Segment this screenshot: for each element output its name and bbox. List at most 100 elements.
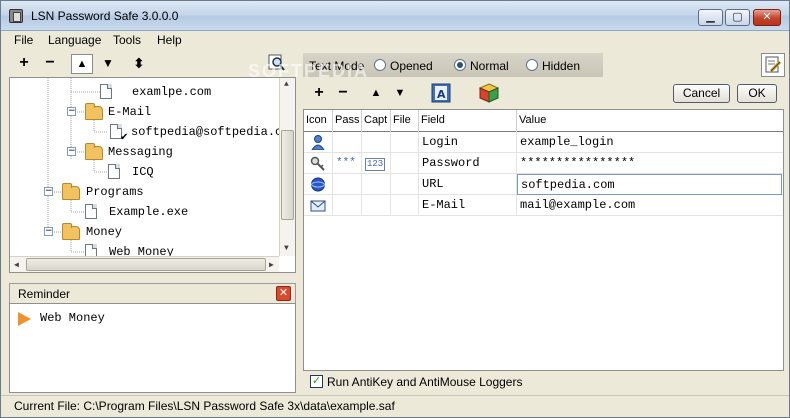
reminder-title: Reminder xyxy=(18,287,71,301)
radio-normal[interactable] xyxy=(454,59,466,71)
fields-toolbar: + − ▲ ▼ A Cancel OK xyxy=(303,81,787,107)
column-header-value[interactable]: Value xyxy=(517,110,783,132)
tree-item-label: Messaging xyxy=(108,145,173,159)
file-cell[interactable] xyxy=(391,174,419,195)
value-cell-selected[interactable]: softpedia.com xyxy=(517,174,782,195)
sort-button[interactable]: ⬍ xyxy=(130,54,148,72)
column-header-field[interactable]: Field xyxy=(419,110,517,132)
notepad-pencil-icon xyxy=(765,56,782,73)
minimize-button[interactable]: ▁ xyxy=(698,9,723,26)
folder-icon xyxy=(85,143,103,160)
reminder-close-button[interactable]: ✕ xyxy=(276,286,291,301)
radio-hidden-label[interactable]: Hidden xyxy=(542,59,580,73)
document-icon xyxy=(108,164,120,179)
table-row[interactable]: *** 123 Password **************** xyxy=(304,153,783,174)
scroll-down-arrow-icon[interactable]: ▼ xyxy=(284,244,289,253)
move-up-button[interactable]: ▲ xyxy=(71,54,93,74)
mail-icon xyxy=(310,200,326,212)
antikey-row: ✓ Run AntiKey and AntiMouse Loggers xyxy=(303,372,784,392)
scroll-thumb[interactable] xyxy=(26,258,266,271)
column-header-file[interactable]: File xyxy=(391,110,419,132)
table-row[interactable]: URL softpedia.com xyxy=(304,174,783,195)
entry-tree[interactable]: examlpe.com − E-Mail ✔ softpedia@softped… xyxy=(9,77,296,273)
column-header-icon[interactable]: Icon xyxy=(304,110,333,132)
collapse-toggle[interactable]: − xyxy=(67,107,76,116)
reminder-list[interactable]: Web Money xyxy=(9,303,296,393)
menu-file[interactable]: File xyxy=(14,33,33,47)
menu-help[interactable]: Help xyxy=(157,33,182,47)
radio-opened-label[interactable]: Opened xyxy=(390,59,433,73)
row-icon-cell[interactable] xyxy=(304,174,333,195)
column-header-pass[interactable]: Pass xyxy=(333,110,362,132)
capt-cell[interactable] xyxy=(362,174,391,195)
table-row[interactable]: E-Mail mail@example.com xyxy=(304,195,783,216)
scroll-left-arrow-icon[interactable]: ◀ xyxy=(14,260,19,270)
add-item-button[interactable]: + xyxy=(15,54,33,72)
menu-language[interactable]: Language xyxy=(48,33,101,47)
fields-grid[interactable]: Icon Pass Capt File Field Value Login ex… xyxy=(303,109,784,371)
pass-cell[interactable]: *** xyxy=(333,153,362,174)
file-cell[interactable] xyxy=(391,195,419,216)
table-row[interactable]: Login example_login xyxy=(304,132,783,153)
font-icon: A xyxy=(431,83,451,103)
folder-icon xyxy=(62,183,80,200)
row-icon-cell[interactable] xyxy=(304,132,333,153)
play-icon xyxy=(18,312,31,326)
reminder-header: Reminder ✕ xyxy=(9,283,296,303)
move-field-down-button[interactable]: ▼ xyxy=(391,84,409,102)
antikey-label[interactable]: Run AntiKey and AntiMouse Loggers xyxy=(327,375,522,389)
icon-picker-button[interactable] xyxy=(478,83,500,106)
row-icon-cell[interactable] xyxy=(304,153,333,174)
file-cell[interactable] xyxy=(391,153,419,174)
ok-button[interactable]: OK xyxy=(737,84,777,103)
notepad-button[interactable] xyxy=(761,53,785,77)
move-down-button[interactable]: ▼ xyxy=(99,54,117,72)
tree-item-label: E-Mail xyxy=(108,105,152,119)
radio-opened[interactable] xyxy=(374,59,386,71)
field-cell[interactable]: E-Mail xyxy=(419,195,517,216)
maximize-button[interactable]: ▢ xyxy=(725,9,750,26)
document-icon xyxy=(100,84,112,99)
antikey-checkbox[interactable]: ✓ xyxy=(310,375,323,388)
remove-field-button[interactable]: − xyxy=(334,84,352,102)
title-bar[interactable]: LSN Password Safe 3.0.0.0 ▁ ▢ ✕ xyxy=(1,1,789,31)
close-button[interactable]: ✕ xyxy=(753,9,781,26)
tree-item-label: examlpe.com xyxy=(132,85,212,99)
key-icon xyxy=(310,156,325,171)
field-cell[interactable]: Login xyxy=(419,132,517,153)
cancel-button[interactable]: Cancel xyxy=(673,84,730,103)
pass-cell[interactable] xyxy=(333,174,362,195)
menu-tools[interactable]: Tools xyxy=(113,33,141,47)
capt-cell[interactable] xyxy=(362,132,391,153)
font-button[interactable]: A xyxy=(431,83,451,106)
add-field-button[interactable]: + xyxy=(310,84,328,102)
globe-icon xyxy=(311,177,325,192)
tree-vertical-scrollbar[interactable]: ▲ ▼ xyxy=(279,78,295,256)
row-icon-cell[interactable] xyxy=(304,195,333,216)
collapse-toggle[interactable]: − xyxy=(67,147,76,156)
scroll-thumb[interactable] xyxy=(281,130,294,220)
capt-cell[interactable] xyxy=(362,195,391,216)
pass-cell[interactable] xyxy=(333,132,362,153)
reminder-item[interactable]: Web Money xyxy=(40,311,105,325)
folder-icon xyxy=(85,103,103,120)
text-mode-bar: Text Mode Opened Normal Hidden SOFTPEDIA xyxy=(248,53,787,81)
radio-hidden[interactable] xyxy=(526,59,538,71)
scroll-right-arrow-icon[interactable]: ▶ xyxy=(269,260,274,270)
collapse-toggle[interactable]: − xyxy=(44,227,53,236)
tree-horizontal-scrollbar[interactable]: ◀ ▶ xyxy=(10,256,279,272)
main-window: LSN Password Safe 3.0.0.0 ▁ ▢ ✕ File Lan… xyxy=(0,0,790,418)
radio-normal-label[interactable]: Normal xyxy=(470,59,509,73)
field-cell[interactable]: URL xyxy=(419,174,517,195)
value-cell[interactable]: **************** xyxy=(517,153,783,174)
collapse-toggle[interactable]: − xyxy=(44,187,53,196)
pass-cell[interactable] xyxy=(333,195,362,216)
move-field-up-button[interactable]: ▲ xyxy=(367,84,385,102)
value-cell[interactable]: example_login xyxy=(517,132,783,153)
field-cell[interactable]: Password xyxy=(419,153,517,174)
value-cell[interactable]: mail@example.com xyxy=(517,195,783,216)
remove-item-button[interactable]: − xyxy=(41,54,59,72)
file-cell[interactable] xyxy=(391,132,419,153)
capt-cell[interactable]: 123 xyxy=(362,153,391,174)
column-header-capt[interactable]: Capt xyxy=(362,110,391,132)
